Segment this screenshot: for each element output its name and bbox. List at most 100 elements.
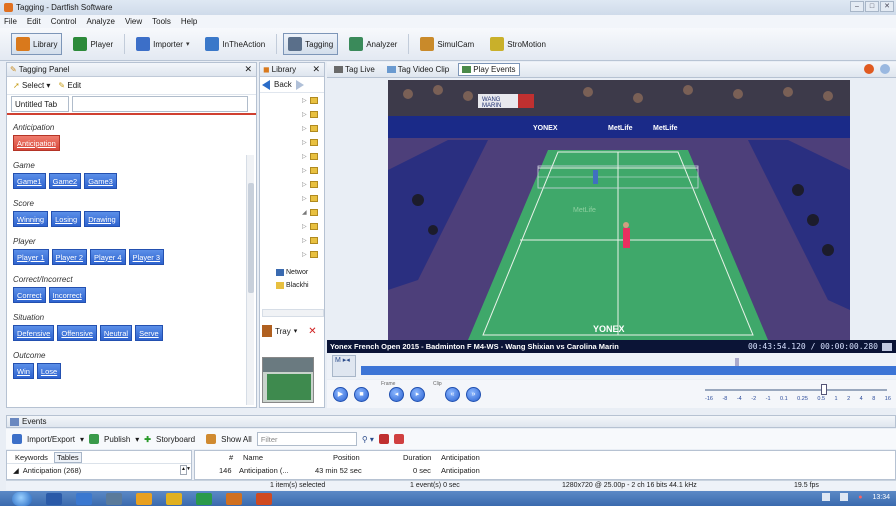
tab-play-events[interactable]: Play Events: [458, 63, 520, 76]
back-arrow-icon[interactable]: [262, 79, 270, 90]
folder-icon[interactable]: [310, 209, 318, 216]
publish-button[interactable]: Publish: [104, 435, 130, 444]
folder-icon[interactable]: [310, 223, 318, 230]
search-icon[interactable]: ⚲ ▾: [362, 435, 374, 444]
timeline-markers-button[interactable]: M ▸◂: [332, 355, 356, 377]
previous-frame-button[interactable]: ◂: [389, 386, 404, 402]
folder-icon[interactable]: [310, 167, 318, 174]
tag-button[interactable]: Defensive: [13, 325, 55, 341]
tree-item-blackhi[interactable]: Blackhi: [276, 282, 309, 289]
analyzer-button[interactable]: Analyzer: [344, 33, 402, 55]
tag-button[interactable]: Player 2: [51, 249, 88, 265]
filter-options-icon[interactable]: [378, 434, 389, 444]
select-dropdown[interactable]: ➚ Select ▾: [13, 81, 50, 90]
table-row[interactable]: 146 Anticipation (... 43 min 52 sec 0 se…: [195, 464, 895, 477]
tree-item-network[interactable]: Networ: [276, 269, 308, 276]
folder-icon[interactable]: [310, 97, 318, 104]
clock[interactable]: 13:34: [872, 494, 890, 501]
tag-button[interactable]: Game2: [48, 173, 82, 189]
speed-slider-thumb[interactable]: [821, 384, 827, 395]
col-position[interactable]: Position: [333, 453, 360, 462]
tray-video-thumbnail[interactable]: [262, 357, 314, 403]
video-frame[interactable]: WANG MARIN YONEX MetLife MetLife MetLife…: [388, 80, 850, 340]
expand-triangle-icon[interactable]: ◢: [13, 466, 19, 475]
powerpoint-icon[interactable]: [256, 492, 272, 505]
tag-button[interactable]: Lose: [36, 363, 62, 379]
speed-slider[interactable]: -16 -8 -4 -2 -1 0.1 0.25 0.5 1 2 4 8 16: [705, 384, 891, 406]
taskbar-app-icon[interactable]: [106, 492, 122, 505]
tag-button[interactable]: Incorrect: [48, 287, 86, 303]
tag-button[interactable]: Serve: [135, 325, 163, 341]
tag-button[interactable]: Offensive: [57, 325, 97, 341]
scroll-thumb[interactable]: [248, 183, 254, 293]
folder-icon[interactable]: [310, 111, 318, 118]
stromotion-button[interactable]: StroMotion: [485, 33, 551, 55]
filter-input[interactable]: Filter: [256, 432, 357, 446]
play-button[interactable]: ▶: [333, 386, 348, 402]
tab-tag-video-clip[interactable]: Tag Video Clip: [384, 64, 452, 75]
menu-control[interactable]: Control: [51, 17, 77, 26]
show-all-button[interactable]: Show All: [221, 435, 252, 444]
browser-icon[interactable]: [136, 492, 152, 505]
forward-arrow-icon[interactable]: [295, 79, 304, 90]
dartfish-taskbar-icon[interactable]: [226, 492, 242, 505]
minimize-button[interactable]: –: [850, 1, 864, 12]
tag-button[interactable]: Player 3: [128, 249, 165, 265]
tag-button[interactable]: Correct: [13, 287, 46, 303]
close-library-panel-button[interactable]: ✕: [312, 64, 320, 75]
tray-icon[interactable]: [840, 493, 849, 501]
close-tagging-panel-button[interactable]: ✕: [244, 64, 252, 75]
library-button[interactable]: Library: [11, 33, 63, 55]
intheaction-button[interactable]: InTheAction: [200, 33, 270, 55]
tagging-scrollbar[interactable]: [246, 155, 254, 405]
importer-button[interactable]: Importer ▾: [131, 33, 194, 55]
back-button[interactable]: Back: [274, 80, 292, 89]
menu-edit[interactable]: Edit: [27, 17, 41, 26]
col-number[interactable]: #: [229, 453, 233, 462]
menu-analyze[interactable]: Analyze: [86, 17, 114, 26]
row-spinner[interactable]: ▲▼: [180, 465, 191, 475]
folder-icon[interactable]: [310, 237, 318, 244]
tag-button[interactable]: Game3: [84, 173, 117, 189]
folder-icon[interactable]: [310, 153, 318, 160]
chevron-down-icon[interactable]: ▾: [186, 40, 190, 48]
tag-button[interactable]: Win: [13, 363, 34, 379]
tab-tag-live[interactable]: Tag Live: [331, 64, 378, 75]
tag-button[interactable]: Drawing: [84, 211, 120, 227]
settings-icon[interactable]: [880, 64, 890, 74]
player-button[interactable]: Player: [68, 33, 118, 55]
timeline-bar[interactable]: [361, 366, 896, 375]
taskbar-app-icon[interactable]: [46, 492, 62, 505]
menu-help[interactable]: Help: [181, 17, 197, 26]
col-duration[interactable]: Duration: [403, 453, 431, 462]
folder-icon[interactable]: [310, 251, 318, 258]
tag-button[interactable]: Anticipation: [13, 135, 60, 151]
tag-button[interactable]: Losing: [51, 211, 82, 227]
folder-icon[interactable]: [310, 125, 318, 132]
edit-button[interactable]: ✎ Edit: [58, 81, 81, 90]
record-icon[interactable]: [864, 64, 874, 74]
tag-button[interactable]: Neutral: [99, 325, 133, 341]
fullscreen-icon[interactable]: [882, 342, 892, 351]
tab-keywords[interactable]: Keywords: [15, 453, 48, 462]
col-name[interactable]: Name: [243, 453, 263, 462]
category-tree-row[interactable]: ◢ Anticipation (268) ▲▼: [7, 464, 191, 476]
menu-tools[interactable]: Tools: [152, 17, 171, 26]
close-tray-button[interactable]: ✕: [308, 326, 316, 337]
tray-dropdown[interactable]: Tray: [275, 327, 291, 336]
tag-button[interactable]: Game1: [13, 173, 46, 189]
col-anticipation[interactable]: Anticipation: [441, 453, 480, 462]
tag-button[interactable]: Winning: [13, 211, 49, 227]
tag-button[interactable]: Player 4: [90, 249, 126, 265]
start-button[interactable]: [12, 491, 32, 506]
maximize-button[interactable]: □: [865, 1, 879, 12]
tray-icon[interactable]: [822, 493, 831, 501]
close-window-button[interactable]: ✕: [880, 1, 894, 12]
playhead-marker[interactable]: [735, 358, 739, 366]
taskbar-app-icon[interactable]: [166, 492, 182, 505]
next-frame-button[interactable]: ▸: [410, 386, 425, 402]
menu-file[interactable]: File: [4, 17, 17, 26]
excel-icon[interactable]: [196, 492, 212, 505]
folder-icon[interactable]: [310, 181, 318, 188]
tab-untitled[interactable]: Untitled Tab: [11, 96, 69, 112]
